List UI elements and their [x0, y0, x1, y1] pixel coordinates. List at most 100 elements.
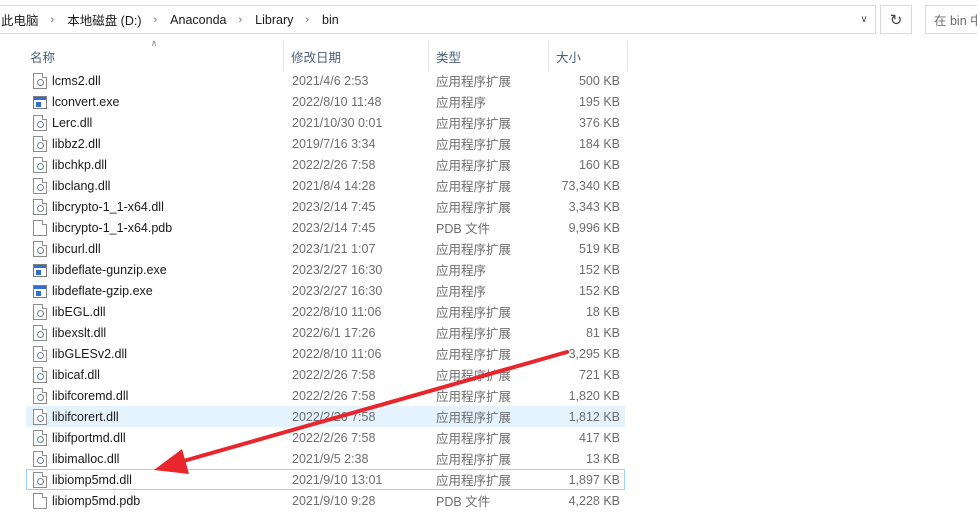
dll-file-icon: [33, 346, 47, 362]
file-size: 519 KB: [578, 241, 620, 256]
chevron-down-icon[interactable]: ∨: [853, 6, 875, 33]
column-header-name[interactable]: 名称: [30, 41, 283, 71]
file-size: 500 KB: [578, 73, 620, 88]
file-type: 应用程序扩展: [436, 453, 512, 467]
pdb-file-icon: [33, 220, 47, 236]
gear-icon: [37, 79, 44, 86]
file-row[interactable]: lconvert.exe 2022/8/10 11:48 应用程序 195 KB: [26, 91, 625, 112]
file-name: libcrypto-1_1-x64.pdb: [52, 220, 173, 235]
file-date: 2021/9/5 2:38: [292, 451, 369, 466]
chevron-right-icon[interactable]: ›: [39, 14, 67, 26]
file-row[interactable]: libGLESv2.dll 2022/8/10 11:06 应用程序扩展 3,295 …: [26, 343, 625, 364]
gear-icon: [37, 310, 44, 317]
file-row[interactable]: libcrypto-1_1-x64.dll 2023/2/14 7:45 应用程序扩…: [26, 196, 625, 217]
file-row[interactable]: libcrypto-1_1-x64.pdb 2023/2/14 7:45 PDB 文…: [26, 217, 625, 238]
file-type: 应用程序扩展: [436, 390, 512, 404]
file-date: 2023/2/14 7:45: [292, 220, 376, 235]
file-type: 应用程序扩展: [436, 243, 512, 257]
file-size: 152 KB: [578, 262, 620, 277]
file-size: 1,812 KB: [568, 409, 620, 424]
gear-icon: [37, 415, 44, 422]
file-name: libifcoremd.dll: [52, 388, 129, 403]
file-row[interactable]: libifportmd.dll 2022/2/26 7:58 应用程序扩展 417 K…: [26, 427, 625, 448]
file-type: 应用程序扩展: [436, 117, 512, 131]
file-name: Lerc.dll: [52, 115, 93, 130]
dll-file-icon: [33, 304, 47, 320]
breadcrumb-this-pc[interactable]: 此电脑: [0, 10, 39, 29]
file-size: 3,343 KB: [568, 199, 620, 214]
file-type: 应用程序扩展: [436, 201, 512, 215]
column-header-date[interactable]: 修改日期: [283, 41, 429, 71]
file-type: 应用程序扩展: [436, 411, 512, 425]
file-row[interactable]: libimalloc.dll 2021/9/5 2:38 应用程序扩展 13 KB: [26, 448, 625, 469]
file-type: 应用程序扩展: [436, 306, 512, 320]
gear-icon: [37, 163, 44, 170]
dll-file-icon: [33, 388, 47, 404]
file-row[interactable]: libifcorert.dll 2022/2/26 7:58 应用程序扩展 1,812…: [26, 406, 625, 427]
column-divider: [627, 41, 628, 71]
refresh-button[interactable]: ↻: [880, 5, 912, 34]
file-name: libicaf.dll: [52, 367, 100, 382]
file-size: 184 KB: [578, 136, 620, 151]
dll-file-icon: [33, 409, 47, 425]
file-row[interactable]: libEGL.dll 2022/8/10 11:06 应用程序扩展 18 KB: [26, 301, 625, 322]
dll-file-icon: [33, 430, 47, 446]
file-date: 2021/9/10 13:01: [292, 472, 383, 487]
file-row[interactable]: libchkp.dll 2022/2/26 7:58 应用程序扩展 160 KB: [26, 154, 625, 175]
file-name: lconvert.exe: [52, 94, 120, 109]
file-type: 应用程序扩展: [436, 159, 512, 173]
file-name: libiomp5md.dll: [52, 472, 132, 487]
exe-file-icon: [33, 96, 47, 109]
file-type: 应用程序扩展: [436, 348, 512, 362]
dll-file-icon: [33, 157, 47, 173]
file-type: PDB 文件: [436, 222, 491, 236]
file-type: 应用程序扩展: [436, 75, 512, 89]
file-row[interactable]: libifcoremd.dll 2022/2/26 7:58 应用程序扩展 1,820…: [26, 385, 625, 406]
file-name: libifcorert.dll: [52, 409, 119, 424]
file-row[interactable]: libclang.dll 2021/8/4 14:28 应用程序扩展 73,340 K…: [26, 175, 625, 196]
search-input[interactable]: 在 bin 中: [925, 5, 977, 34]
gear-icon: [37, 394, 44, 401]
chevron-right-icon[interactable]: ›: [226, 14, 254, 26]
file-name: libcrypto-1_1-x64.dll: [52, 199, 164, 214]
dll-file-icon: [33, 199, 47, 215]
column-header-type[interactable]: 类型: [428, 41, 549, 71]
file-date: 2022/2/26 7:58: [292, 157, 376, 172]
file-row[interactable]: libdeflate-gzip.exe 2023/2/27 16:30 应用程序 15…: [26, 280, 625, 301]
file-row[interactable]: Lerc.dll 2021/10/30 0:01 应用程序扩展 376 KB: [26, 112, 625, 133]
column-header-size[interactable]: 大小: [548, 41, 628, 71]
file-name: lcms2.dll: [52, 73, 101, 88]
gear-icon: [37, 373, 44, 380]
dll-file-icon: [33, 178, 47, 194]
file-size: 721 KB: [578, 367, 620, 382]
dll-file-icon: [33, 241, 47, 257]
file-size: 13 KB: [585, 451, 620, 466]
file-type: 应用程序: [436, 285, 487, 299]
breadcrumb-library[interactable]: Library: [254, 13, 293, 27]
chevron-right-icon[interactable]: ›: [293, 14, 321, 26]
file-row[interactable]: libdeflate-gunzip.exe 2023/2/27 16:30 应用程序…: [26, 259, 625, 280]
gear-icon: [37, 436, 44, 443]
file-date: 2021/4/6 2:53: [292, 73, 369, 88]
file-date: 2022/6/1 17:26: [292, 325, 376, 340]
file-row[interactable]: libicaf.dll 2022/2/26 7:58 应用程序扩展 721 KB: [26, 364, 625, 385]
file-size: 18 KB: [585, 304, 620, 319]
file-row[interactable]: libexslt.dll 2022/6/1 17:26 应用程序扩展 81 KB: [26, 322, 625, 343]
file-size: 73,340 KB: [561, 178, 620, 193]
file-name: libdeflate-gunzip.exe: [52, 262, 167, 277]
breadcrumb-bin[interactable]: bin: [321, 13, 339, 27]
address-bar[interactable]: 此电脑 › 本地磁盘 (D:) › Anaconda › Library › b…: [0, 5, 876, 34]
chevron-right-icon[interactable]: ›: [142, 14, 170, 26]
file-row[interactable]: libcurl.dll 2023/1/21 1:07 应用程序扩展 519 KB: [26, 238, 625, 259]
file-type: 应用程序扩展: [436, 180, 512, 194]
address-bar-row: 此电脑 › 本地磁盘 (D:) › Anaconda › Library › b…: [0, 0, 977, 38]
gear-icon: [37, 247, 44, 254]
file-date: 2021/8/4 14:28: [292, 178, 376, 193]
file-row[interactable]: libiomp5md.pdb 2021/9/10 9:28 PDB 文件 4,228 …: [26, 490, 625, 511]
breadcrumb-anaconda[interactable]: Anaconda: [169, 13, 226, 27]
file-row[interactable]: libiomp5md.dll 2021/9/10 13:01 应用程序扩展 1,897…: [26, 469, 625, 490]
file-date: 2022/2/26 7:58: [292, 388, 376, 403]
file-row[interactable]: lcms2.dll 2021/4/6 2:53 应用程序扩展 500 KB: [26, 70, 625, 91]
breadcrumb-drive-d[interactable]: 本地磁盘 (D:): [66, 10, 141, 29]
file-row[interactable]: libbz2.dll 2019/7/16 3:34 应用程序扩展 184 KB: [26, 133, 625, 154]
